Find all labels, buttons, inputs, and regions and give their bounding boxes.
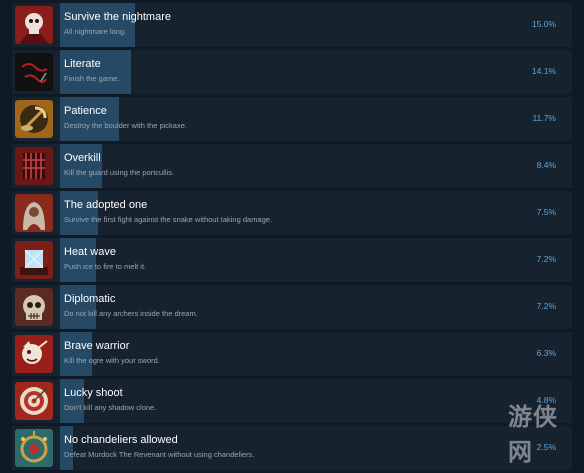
achievement-description: Push ice to fire to melt it. — [64, 262, 147, 271]
achievement-title: The adopted one — [64, 199, 148, 211]
achievement-title: Heat wave — [64, 246, 116, 258]
achievement-description: Defeat Murdock The Revenant without usin… — [64, 450, 255, 459]
ogre-icon — [15, 335, 53, 373]
skull-portrait-icon — [15, 6, 53, 44]
achievement-description: Survive the first fight against the snak… — [64, 215, 273, 224]
achievement-title: Survive the nightmare — [64, 11, 171, 23]
achievement-list: Survive the nightmare All nightmare long.… — [0, 0, 584, 473]
portcullis-icon — [15, 147, 53, 185]
achievement-title: Literate — [64, 58, 101, 70]
achievement-description: Don't kill any shadow clone. — [64, 403, 157, 412]
achievement-description: Kill the guard using the portcullis. — [64, 168, 175, 177]
unlock-rate-bar — [60, 285, 96, 329]
unlock-rate-bar — [60, 144, 102, 188]
unlock-rate-bar — [60, 332, 92, 376]
achievement-description: Finish the game. — [64, 74, 120, 83]
the-end-script-icon — [15, 53, 53, 91]
target-icon — [15, 382, 53, 420]
achievement-description: Do not kill any archers inside the dream… — [64, 309, 198, 318]
unlock-rate-bar — [60, 97, 119, 141]
skull-mask-icon — [15, 288, 53, 326]
achievement-row[interactable]: Brave warrior Kill the ogre with your swo… — [12, 332, 572, 376]
unlock-rate-bar — [60, 50, 131, 94]
achievement-title: Diplomatic — [64, 293, 116, 305]
unlock-percentage: 6.3% — [536, 348, 556, 358]
achievement-row[interactable]: Literate Finish the game. 14.1% — [12, 50, 572, 94]
achievement-title: Lucky shoot — [64, 387, 123, 399]
unlock-rate-bar — [60, 3, 135, 47]
achievement-title: Overkill — [64, 152, 101, 164]
achievement-description: Destroy the boulder with the pickaxe. — [64, 121, 187, 130]
unlock-rate-bar — [60, 426, 73, 470]
achievement-row[interactable]: Patience Destroy the boulder with the pic… — [12, 97, 572, 141]
achievement-title: Brave warrior — [64, 340, 130, 352]
watermark: 游侠网 — [508, 403, 578, 467]
unlock-percentage: 7.2% — [536, 254, 556, 264]
achievement-description: All nightmare long. — [64, 27, 127, 36]
watermark-text: 游侠网 — [508, 403, 558, 466]
achievement-title: No chandeliers allowed — [64, 434, 178, 446]
unlock-percentage: 8.4% — [536, 160, 556, 170]
pickaxe-icon — [15, 100, 53, 138]
achievement-title: Patience — [64, 105, 107, 117]
achievement-row[interactable]: The adopted one Survive the first fight a… — [12, 191, 572, 235]
unlock-percentage: 7.5% — [536, 207, 556, 217]
achievement-row[interactable]: Lucky shoot Don't kill any shadow clone. 4… — [12, 379, 572, 423]
unlock-percentage: 14.1% — [531, 66, 556, 76]
unlock-rate-bar — [60, 379, 84, 423]
achievement-row[interactable]: Heat wave Push ice to fire to melt it. 7.2… — [12, 238, 572, 282]
hooded-figure-icon — [15, 194, 53, 232]
achievement-row[interactable]: Survive the nightmare All nightmare long.… — [12, 3, 572, 47]
achievement-row[interactable]: Diplomatic Do not kill any archers inside… — [12, 285, 572, 329]
unlock-percentage: 7.2% — [536, 301, 556, 311]
ice-block-icon — [15, 241, 53, 279]
unlock-rate-bar — [60, 191, 98, 235]
unlock-percentage: 11.7% — [532, 113, 556, 123]
achievement-row[interactable]: No chandeliers allowed Defeat Murdock The… — [12, 426, 572, 470]
achievement-row[interactable]: Overkill Kill the guard using the portcul… — [12, 144, 572, 188]
achievement-description: Kill the ogre with your sword. — [64, 356, 160, 365]
unlock-percentage: 15.0% — [531, 19, 556, 29]
unlock-rate-bar — [60, 238, 96, 282]
chandelier-icon — [15, 429, 53, 467]
